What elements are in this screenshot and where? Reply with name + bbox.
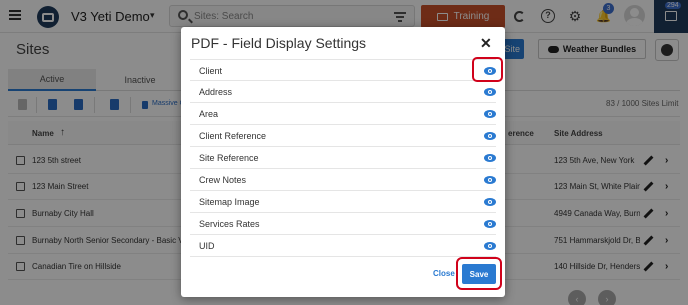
field-row-client-reference: Client Reference — [190, 125, 496, 147]
field-label: Address — [199, 87, 233, 97]
field-label: Crew Notes — [199, 175, 247, 185]
dialog-title: PDF - Field Display Settings — [191, 35, 367, 51]
eye-icon[interactable] — [484, 132, 496, 140]
eye-icon[interactable] — [484, 110, 496, 118]
eye-icon[interactable] — [484, 88, 496, 96]
eye-icon[interactable] — [484, 154, 496, 162]
eye-icon[interactable] — [484, 242, 496, 250]
close-button[interactable]: Close — [433, 269, 455, 278]
field-label: UID — [199, 241, 215, 251]
field-label: Site Reference — [199, 153, 259, 163]
field-list: Client Address Area Client Reference Sit… — [190, 59, 496, 257]
highlight-annotation — [456, 257, 502, 290]
eye-icon[interactable] — [484, 176, 496, 184]
highlight-annotation — [472, 57, 503, 82]
field-row-services-rates: Services Rates — [190, 213, 496, 235]
field-row-crew-notes: Crew Notes — [190, 169, 496, 191]
field-row-site-reference: Site Reference — [190, 147, 496, 169]
field-row-area: Area — [190, 103, 496, 125]
field-label: Sitemap Image — [199, 197, 260, 207]
close-icon[interactable]: ✕ — [480, 35, 492, 52]
eye-icon[interactable] — [484, 198, 496, 206]
field-display-settings-dialog: PDF - Field Display Settings ✕ Client Ad… — [181, 27, 505, 297]
field-label: Services Rates — [199, 219, 260, 229]
field-row-sitemap-image: Sitemap Image — [190, 191, 496, 213]
field-label: Area — [199, 109, 219, 119]
field-row-client: Client — [190, 59, 496, 81]
field-row-uid: UID — [190, 235, 496, 257]
field-row-address: Address — [190, 81, 496, 103]
field-label: Client — [199, 66, 223, 76]
field-label: Client Reference — [199, 131, 267, 141]
eye-icon[interactable] — [484, 220, 496, 228]
